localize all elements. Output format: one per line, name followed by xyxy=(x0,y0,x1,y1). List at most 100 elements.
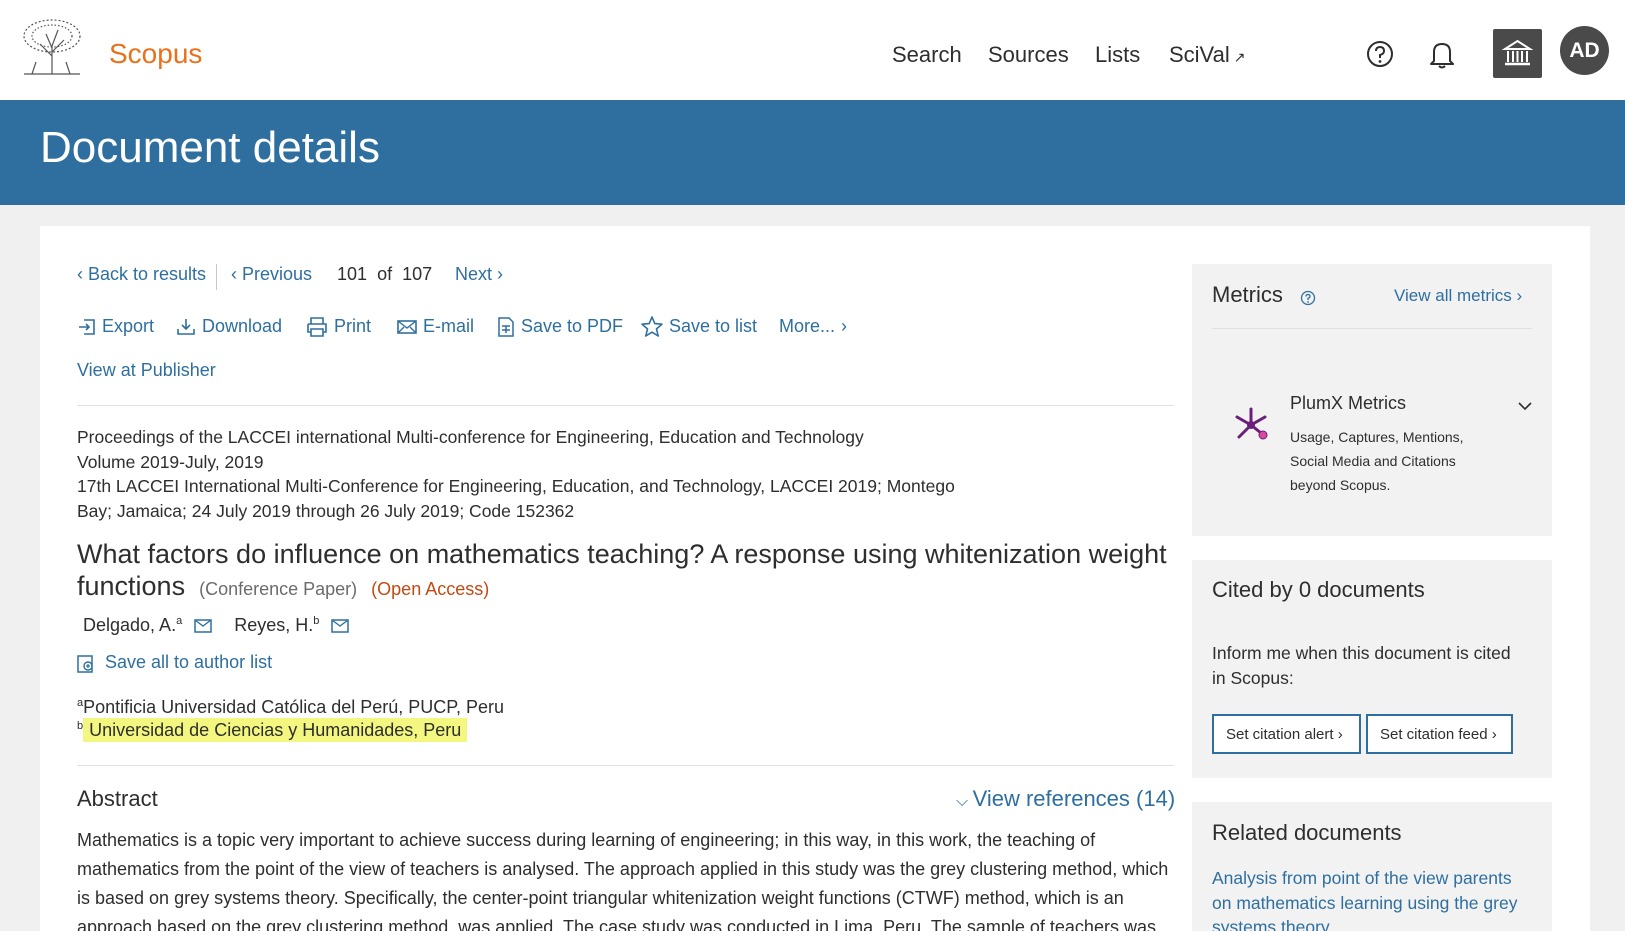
help-icon[interactable] xyxy=(1366,40,1394,68)
cited-by-heading: Cited by 0 documents xyxy=(1212,577,1425,602)
related-documents-heading: Related documents xyxy=(1212,820,1402,845)
set-citation-alert-label: Set citation alert xyxy=(1226,725,1334,743)
metrics-help-icon[interactable] xyxy=(1300,290,1316,306)
chevron-down-icon: ⌵ xyxy=(956,793,973,810)
nav-lists[interactable]: Lists xyxy=(1095,42,1140,68)
affiliation-text: Pontificia Universidad Católica del Perú… xyxy=(83,697,504,717)
save-to-pdf-label: Save to PDF xyxy=(521,316,624,336)
document-type: (Conference Paper) xyxy=(199,579,358,599)
more-actions-button[interactable]: More... › xyxy=(779,316,847,337)
source-conference-dates: Bay; Jamaica; 24 July 2019 through 26 Ju… xyxy=(77,500,575,521)
save-all-to-author-list-link[interactable]: Save all to author list xyxy=(77,652,272,673)
notifications-bell-icon[interactable] xyxy=(1428,39,1456,69)
nav-sources[interactable]: Sources xyxy=(988,42,1069,68)
chevron-left-icon: ‹ xyxy=(77,264,88,284)
author-link[interactable]: Delgado, A.a xyxy=(83,615,182,636)
export-label: Export xyxy=(102,316,155,336)
set-citation-feed-label: Set citation feed xyxy=(1380,725,1488,743)
next-label: Next xyxy=(455,264,493,284)
section-divider xyxy=(77,405,1174,406)
print-icon xyxy=(307,316,327,337)
source-volume: Volume 2019-July, 2019 xyxy=(77,451,264,472)
author-affiliation-mark: a xyxy=(176,615,183,627)
next-link[interactable]: Next › xyxy=(455,264,503,285)
cited-by-info-line: in Scopus: xyxy=(1212,668,1294,688)
star-icon xyxy=(641,316,663,337)
download-button[interactable]: Download xyxy=(176,316,282,337)
set-citation-alert-button[interactable]: Set citation alert › xyxy=(1212,714,1361,754)
chevron-right-icon: › xyxy=(841,316,848,336)
email-label: E-mail xyxy=(423,316,475,336)
previous-label: Previous xyxy=(242,264,313,284)
more-label: More... xyxy=(779,316,836,336)
metrics-heading: Metrics xyxy=(1212,282,1283,307)
nav-scival[interactable]: SciVal ↗ xyxy=(1169,42,1245,68)
section-divider xyxy=(77,765,1174,766)
print-button[interactable]: Print xyxy=(306,316,371,337)
plumx-description-line: Usage, Captures, Mentions, xyxy=(1290,429,1464,445)
page-title: Document details xyxy=(40,123,380,172)
view-all-metrics-link[interactable]: View all metrics › xyxy=(1394,286,1522,306)
related-document-link[interactable]: Analysis from point of the view parents … xyxy=(1212,866,1517,931)
affiliation-item: aPontificia Universidad Católica del Per… xyxy=(77,697,504,718)
affiliation-text-highlighted: Universidad de Ciencias y Humanidades, P… xyxy=(83,718,468,742)
save-to-list-label: Save to list xyxy=(669,316,758,336)
view-references-link[interactable]: ⌵ View references (14) xyxy=(956,786,1175,812)
export-button[interactable]: Export xyxy=(78,316,154,337)
document-title-block: What factors do influence on mathematics… xyxy=(77,538,1177,605)
chevron-right-icon: › xyxy=(1333,725,1343,743)
abstract-text: Mathematics is a topic very important to… xyxy=(77,830,1169,931)
previous-link[interactable]: ‹ Previous xyxy=(231,264,312,285)
set-citation-feed-button[interactable]: Set citation feed › xyxy=(1366,714,1513,754)
result-total: 107 xyxy=(402,264,433,284)
chevron-down-icon[interactable] xyxy=(1517,400,1533,412)
affiliation-item: b Universidad de Ciencias y Humanidades, … xyxy=(77,718,468,742)
nav-search[interactable]: Search xyxy=(892,42,962,68)
page-header-banner: Document details xyxy=(0,100,1625,205)
source-conference: 17th LACCEI International Multi-Conferen… xyxy=(77,476,955,496)
chevron-right-icon: › xyxy=(492,264,504,284)
chevron-right-icon: › xyxy=(1511,286,1523,305)
institution-icon xyxy=(1501,39,1534,66)
author-link[interactable]: Reyes, H.b xyxy=(234,615,319,636)
author-email-icon[interactable] xyxy=(194,618,212,633)
author-list: Delgado, A.a Reyes, H.b xyxy=(83,615,350,636)
cited-by-info: Inform me when this document is cited in… xyxy=(1212,641,1511,691)
download-icon xyxy=(177,318,195,335)
abstract-heading: Abstract xyxy=(77,786,158,811)
elsevier-tree-logo[interactable] xyxy=(18,16,86,76)
institution-button[interactable] xyxy=(1493,29,1542,78)
view-all-metrics-label: View all metrics xyxy=(1394,286,1512,305)
related-document-line: Analysis from point of the view parents xyxy=(1212,868,1512,888)
save-to-list-button[interactable]: Save to list xyxy=(641,316,757,337)
author-email-icon[interactable] xyxy=(331,618,350,633)
view-references-label: View references (14) xyxy=(972,786,1176,811)
save-all-to-author-list-label: Save all to author list xyxy=(105,652,273,672)
author-name: Delgado, A. xyxy=(83,615,177,635)
open-access-badge: (Open Access) xyxy=(371,579,490,599)
external-link-icon: ↗ xyxy=(1233,49,1246,65)
source-journal[interactable]: Proceedings of the LACCEI international … xyxy=(77,425,955,450)
cited-by-info-line: Inform me when this document is cited xyxy=(1212,643,1511,663)
back-to-results-label: Back to results xyxy=(88,264,207,284)
email-button[interactable]: E-mail xyxy=(397,316,474,337)
author-list-icon xyxy=(77,654,93,673)
nav-scival-label: SciVal xyxy=(1169,42,1230,67)
result-of: of xyxy=(377,264,393,284)
source-info: Proceedings of the LACCEI international … xyxy=(77,425,955,523)
author-affiliation-mark: b xyxy=(313,615,320,627)
back-to-results-link[interactable]: ‹ Back to results xyxy=(77,264,206,285)
related-document-line: on mathematics learning using the grey xyxy=(1212,892,1518,913)
download-label: Download xyxy=(202,316,283,336)
author-name: Reyes, H. xyxy=(234,615,314,635)
view-at-publisher-link[interactable]: View at Publisher xyxy=(77,360,216,381)
plumx-description: Usage, Captures, Mentions, Social Media … xyxy=(1290,425,1464,497)
save-to-pdf-button[interactable]: Save to PDF xyxy=(497,316,623,337)
related-document-line: systems theory xyxy=(1212,917,1330,931)
pdf-document-icon xyxy=(498,316,514,337)
scopus-brand[interactable]: Scopus xyxy=(109,38,202,70)
result-current: 101 xyxy=(337,264,368,284)
result-position: 101 of 107 xyxy=(337,264,432,285)
user-avatar[interactable]: AD xyxy=(1560,26,1609,75)
plumx-title: PlumX Metrics xyxy=(1290,393,1407,413)
